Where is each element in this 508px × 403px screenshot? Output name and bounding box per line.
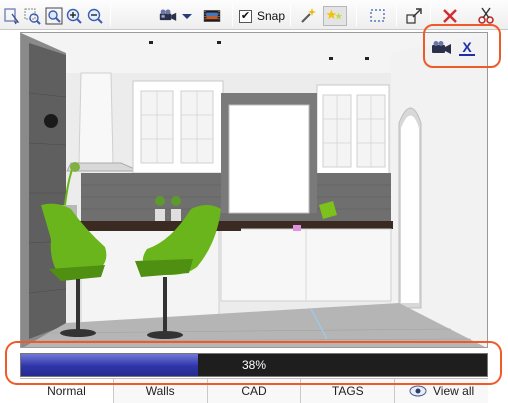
snap-label: Snap <box>257 9 286 23</box>
toolbar: ✔ Snap <box>0 0 508 30</box>
kitchen-render <box>21 33 487 347</box>
dropdown-arrow-icon[interactable] <box>180 6 194 26</box>
view-tabs: Normal Walls CAD TAGS View all <box>20 378 488 403</box>
camera-icon[interactable] <box>431 40 453 56</box>
tab-normal[interactable]: Normal <box>20 379 114 403</box>
camera-overlay: X <box>431 37 475 59</box>
magic-wand-icon[interactable] <box>298 6 318 26</box>
resize-icon[interactable] <box>404 6 424 26</box>
cut-icon[interactable] <box>476 6 496 26</box>
zoom-region-icon[interactable] <box>22 6 42 26</box>
delete-x-icon[interactable] <box>440 6 460 26</box>
snap-toggle[interactable]: ✔ Snap <box>239 8 285 24</box>
camera-icon[interactable] <box>156 6 180 26</box>
tab-walls[interactable]: Walls <box>113 379 208 403</box>
tab-cad[interactable]: CAD <box>207 379 302 403</box>
close-camera-button[interactable]: X <box>459 40 475 56</box>
progress-label: 38% <box>241 358 267 372</box>
zoom-in-icon[interactable] <box>64 6 84 26</box>
progress-bar: 38% <box>20 353 488 377</box>
zoom-out-icon[interactable] <box>85 6 105 26</box>
clock-icon <box>44 114 58 128</box>
tab-view-all[interactable]: View all <box>395 379 488 403</box>
snap-star-icon[interactable] <box>323 6 347 26</box>
select-icon[interactable] <box>2 6 22 26</box>
snap-checkbox[interactable]: ✔ <box>239 9 252 23</box>
3d-viewport[interactable]: X <box>20 32 488 348</box>
tab-view-all-label: View all <box>433 384 475 398</box>
film-icon[interactable] <box>200 6 224 26</box>
zoom-fit-icon[interactable] <box>44 6 64 26</box>
eye-icon <box>409 385 427 397</box>
tab-tags[interactable]: TAGS <box>301 379 396 403</box>
dotted-select-icon[interactable] <box>368 6 388 26</box>
